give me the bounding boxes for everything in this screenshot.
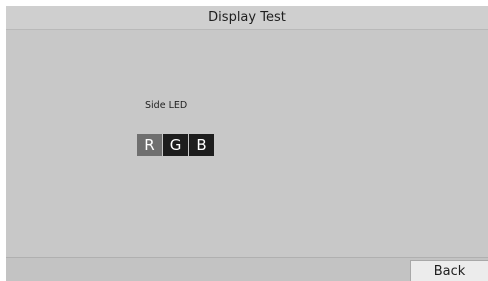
side-led-g-button[interactable]: G bbox=[163, 134, 188, 156]
side-led-rgb-group: R G B bbox=[137, 134, 214, 156]
side-led-b-label: B bbox=[196, 136, 207, 154]
side-led-label: Side LED bbox=[145, 100, 188, 111]
side-led-g-label: G bbox=[169, 136, 182, 154]
side-led-r-button[interactable]: R bbox=[137, 134, 162, 156]
page-title: Display Test bbox=[208, 10, 286, 25]
display-test-screen: Display Test Side LED R G B Back bbox=[0, 0, 488, 281]
title-bar: Display Test bbox=[6, 6, 488, 30]
content-area bbox=[6, 30, 488, 257]
side-led-r-label: R bbox=[144, 136, 155, 154]
back-button-label: Back bbox=[433, 263, 466, 279]
back-button[interactable]: Back bbox=[410, 260, 488, 281]
side-led-b-button[interactable]: B bbox=[189, 134, 214, 156]
